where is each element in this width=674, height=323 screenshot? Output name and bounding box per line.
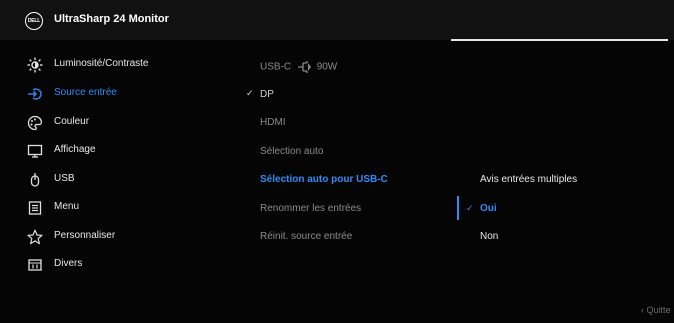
monitor-title: UltraSharp 24 Monitor (54, 13, 169, 25)
submenu-item-reset-input[interactable]: Réinit. source entrée (260, 231, 352, 242)
menu-item-label: Source entrée (54, 87, 117, 98)
menu-item-others[interactable]: Divers (0, 255, 240, 275)
power-delivery-icon (296, 60, 312, 74)
menu-item-usb[interactable]: USB (0, 170, 240, 190)
submenu-item-rename-inputs[interactable]: Renommer les entrées (260, 203, 361, 214)
menu-item-label: Menu (54, 201, 80, 212)
option-multi-input-alert[interactable]: Avis entrées multiples (480, 174, 577, 185)
checkmark-icon: ✓ (466, 203, 474, 213)
option-yes[interactable]: Oui (480, 203, 497, 214)
brightness-icon (27, 57, 43, 73)
usb-c-power-info: USB-C 90W (260, 60, 338, 74)
menu-item-label: Couleur (54, 116, 90, 127)
menu-item-menu[interactable]: Menu (0, 198, 240, 218)
usb-icon (27, 172, 43, 188)
checkmark-icon: ✓ (246, 88, 254, 98)
menu-item-label: Personnaliser (54, 230, 116, 241)
menu-item-label: USB (54, 173, 75, 184)
menu-item-display[interactable]: Affichage (0, 141, 240, 161)
dell-logo: DELL (25, 12, 43, 30)
menu-item-input-source[interactable]: Source entrée (0, 84, 240, 104)
submenu-item-auto-select-usbc[interactable]: Sélection auto pour USB-C (260, 174, 388, 185)
menu-item-label: Luminosité/Contraste (54, 58, 149, 69)
osd-header: DELL UltraSharp 24 Monitor (0, 0, 674, 40)
display-icon (27, 143, 43, 159)
submenu-item-hdmi[interactable]: HDMI (260, 117, 286, 128)
star-icon (27, 229, 43, 245)
exit-button[interactable]: ‹ Quitte (641, 305, 671, 315)
selection-indicator (457, 196, 459, 220)
menu-list-icon (27, 200, 43, 216)
submenu-item-auto-select[interactable]: Sélection auto (260, 146, 323, 157)
menu-item-label: Divers (54, 258, 83, 269)
option-no[interactable]: Non (480, 231, 498, 242)
submenu-item-dp[interactable]: DP (260, 89, 274, 100)
header-divider (451, 39, 668, 41)
menu-item-brightness-contrast[interactable]: Luminosité/Contraste (0, 55, 240, 75)
others-icon (27, 257, 43, 273)
input-source-icon (27, 86, 43, 102)
osd-menu: DELL UltraSharp 24 Monitor Luminosité/Co… (0, 0, 674, 323)
menu-item-label: Affichage (54, 144, 96, 155)
menu-item-personalize[interactable]: Personnaliser (0, 227, 240, 247)
menu-item-color[interactable]: Couleur (0, 113, 240, 133)
color-palette-icon (27, 115, 43, 131)
